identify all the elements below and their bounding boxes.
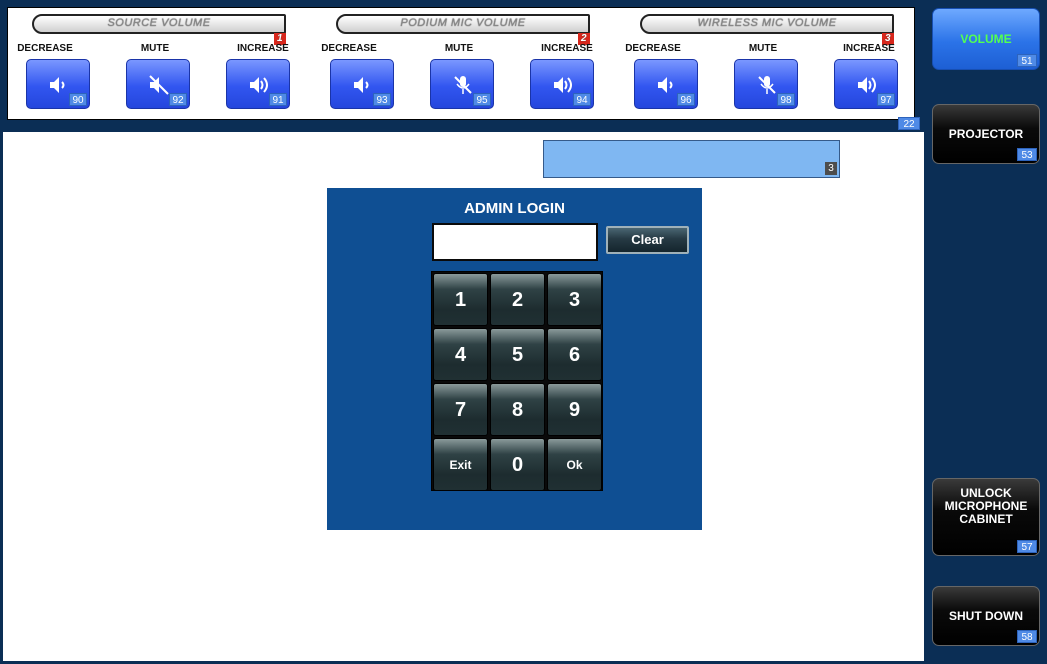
button-number-badge: 90	[69, 93, 87, 106]
microphone-muted-icon	[454, 76, 472, 94]
speaker-high-icon	[250, 77, 268, 93]
key-3[interactable]: 3	[547, 273, 602, 326]
pin-input[interactable]	[432, 223, 598, 261]
source-mute-button[interactable]: 92	[126, 59, 190, 109]
sidebar-volume-button[interactable]: VOLUME 51	[932, 8, 1040, 70]
volume-control-bar: SOURCE VOLUME 1 DECREASE MUTE INCREASE 9…	[0, 0, 924, 132]
mute-label: MUTE	[748, 43, 778, 54]
decrease-label: DECREASE	[321, 43, 377, 54]
sidebar-shutdown-button[interactable]: SHUT DOWN 58	[932, 586, 1040, 646]
podium-mute-button[interactable]: 95	[430, 59, 494, 109]
volume-control-panel: SOURCE VOLUME 1 DECREASE MUTE INCREASE 9…	[7, 7, 915, 120]
mute-label: MUTE	[140, 43, 170, 54]
key-5[interactable]: 5	[490, 328, 545, 381]
key-exit[interactable]: Exit	[433, 438, 488, 491]
speaker-low-icon	[658, 77, 673, 93]
numeric-keypad: 1 2 3 4 5 6 7 8 9 Exit 0 Ok	[431, 271, 603, 491]
button-number-badge: 94	[573, 93, 591, 106]
key-1[interactable]: 1	[433, 273, 488, 326]
button-number-badge: 51	[1017, 54, 1037, 67]
sidebar-nav: VOLUME 51 PROJECTOR 53 UNLOCK MICROPHONE…	[924, 0, 1047, 664]
speaker-low-icon	[354, 77, 369, 93]
field-number-badge: 3	[825, 162, 837, 175]
group-title-text: WIRELESS MIC VOLUME	[697, 17, 837, 29]
microphone-muted-icon	[758, 76, 776, 94]
key-6[interactable]: 6	[547, 328, 602, 381]
sidebar-projector-button[interactable]: PROJECTOR 53	[932, 104, 1040, 164]
button-number-badge: 96	[677, 93, 695, 106]
podium-mic-volume-group: PODIUM MIC VOLUME 2 DECREASE MUTE INCREA…	[312, 8, 612, 121]
button-number-badge: 57	[1017, 540, 1037, 553]
group-title: SOURCE VOLUME 1	[32, 14, 286, 45]
increase-label: INCREASE	[237, 43, 289, 54]
button-number-badge: 95	[473, 93, 491, 106]
button-number-badge: 97	[877, 93, 895, 106]
button-number-badge: 58	[1017, 630, 1037, 643]
button-number-badge: 93	[373, 93, 391, 106]
source-increase-button[interactable]: 91	[226, 59, 290, 109]
key-7[interactable]: 7	[433, 383, 488, 436]
key-2[interactable]: 2	[490, 273, 545, 326]
status-text-field: 3	[543, 140, 840, 178]
button-number-badge: 98	[777, 93, 795, 106]
clear-button[interactable]: Clear	[606, 226, 689, 254]
group-title-text: SOURCE VOLUME	[107, 17, 211, 29]
source-decrease-button[interactable]: 90	[26, 59, 90, 109]
key-0[interactable]: 0	[490, 438, 545, 491]
key-8[interactable]: 8	[490, 383, 545, 436]
admin-login-panel: ADMIN LOGIN Clear 1 2 3 4 5 6 7 8 9 Exit…	[327, 188, 702, 530]
speaker-muted-icon	[149, 75, 169, 95]
topbar-number-badge: 22	[898, 117, 920, 130]
increase-label: INCREASE	[843, 43, 895, 54]
speaker-high-icon	[858, 77, 876, 93]
wireless-increase-button[interactable]: 97	[834, 59, 898, 109]
button-number-badge: 92	[169, 93, 187, 106]
button-number-badge: 91	[269, 93, 287, 106]
speaker-high-icon	[554, 77, 572, 93]
group-title-text: PODIUM MIC VOLUME	[400, 17, 526, 29]
button-number-badge: 53	[1017, 148, 1037, 161]
sidebar-unlock-cabinet-button[interactable]: UNLOCK MICROPHONE CABINET 57	[932, 478, 1040, 556]
wireless-mute-button[interactable]: 98	[734, 59, 798, 109]
login-title: ADMIN LOGIN	[464, 200, 565, 217]
key-9[interactable]: 9	[547, 383, 602, 436]
decrease-label: DECREASE	[625, 43, 681, 54]
increase-label: INCREASE	[541, 43, 593, 54]
sidebar-volume-label: VOLUME	[960, 32, 1012, 46]
podium-increase-button[interactable]: 94	[530, 59, 594, 109]
wireless-decrease-button[interactable]: 96	[634, 59, 698, 109]
group-title: PODIUM MIC VOLUME 2	[336, 14, 590, 45]
group-title: WIRELESS MIC VOLUME 3	[640, 14, 894, 45]
decrease-label: DECREASE	[17, 43, 73, 54]
unlock-label-line3: CABINET	[959, 512, 1013, 526]
mute-label: MUTE	[444, 43, 474, 54]
podium-decrease-button[interactable]: 93	[330, 59, 394, 109]
sidebar-shutdown-label: SHUT DOWN	[949, 609, 1023, 623]
key-ok[interactable]: Ok	[547, 438, 602, 491]
sidebar-projector-label: PROJECTOR	[948, 127, 1024, 141]
key-4[interactable]: 4	[433, 328, 488, 381]
speaker-low-icon	[50, 77, 65, 93]
source-volume-group: SOURCE VOLUME 1 DECREASE MUTE INCREASE 9…	[8, 8, 308, 121]
wireless-mic-volume-group: WIRELESS MIC VOLUME 3 DECREASE MUTE INCR…	[616, 8, 916, 121]
